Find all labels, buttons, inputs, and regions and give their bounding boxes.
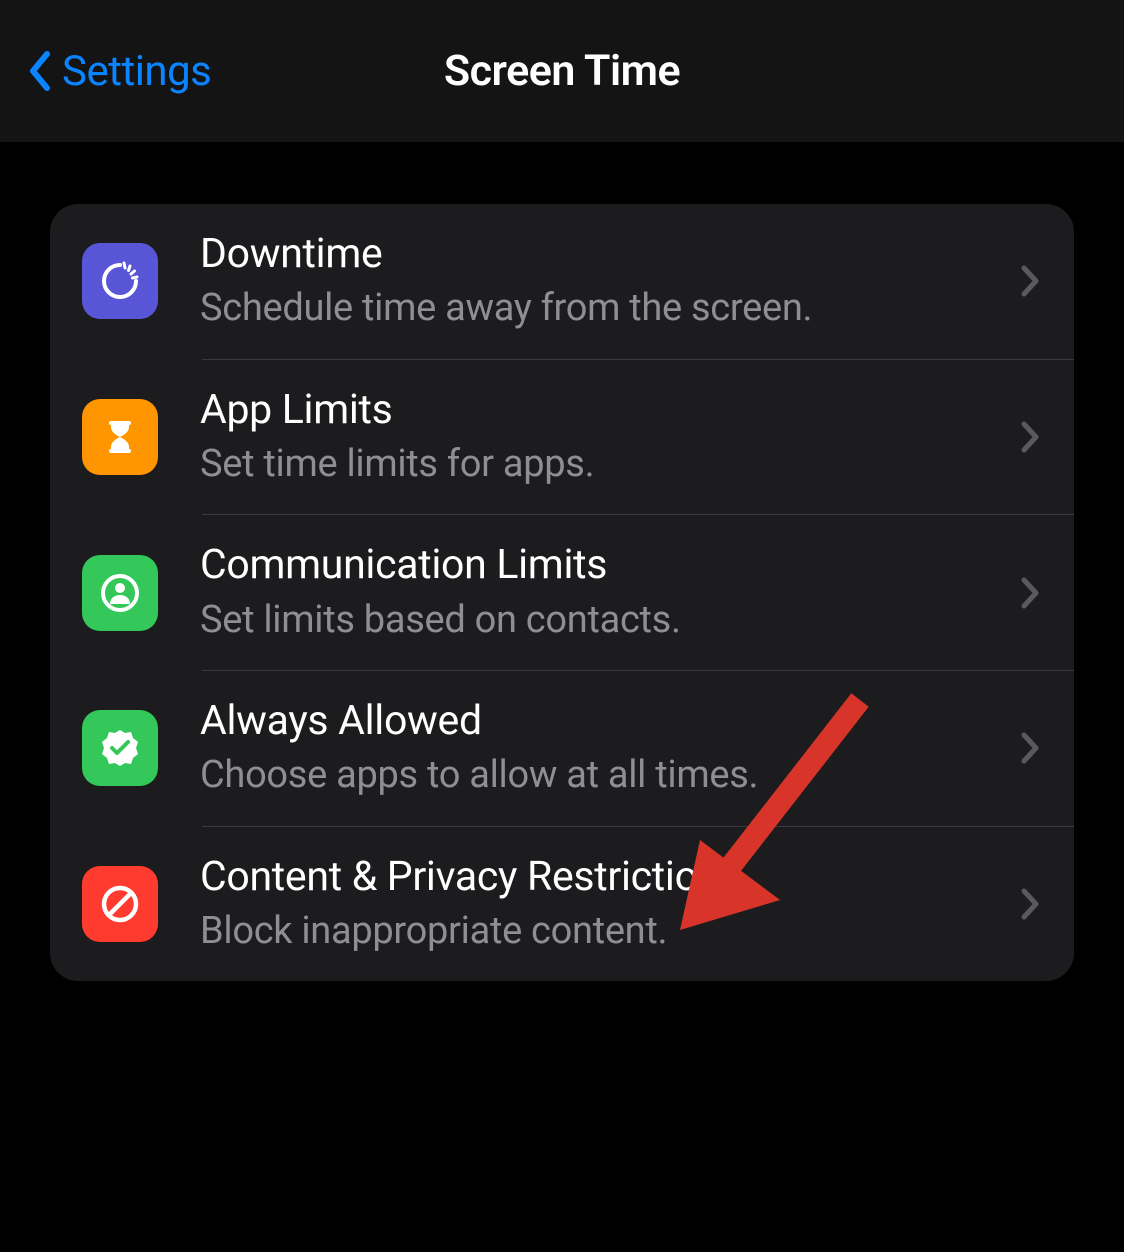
row-subtitle: Set limits based on contacts. [200,597,998,645]
row-text: Content & Privacy Restrictions Block ina… [200,853,1018,956]
hourglass-icon [82,399,158,475]
row-text: Always Allowed Choose apps to allow at a… [200,697,1018,800]
content-area: Downtime Schedule time away from the scr… [0,142,1124,981]
nosign-icon [82,866,158,942]
chevron-right-icon [1018,417,1042,457]
settings-list: Downtime Schedule time away from the scr… [50,204,1074,981]
row-title: App Limits [200,386,998,435]
navigation-bar: Settings Screen Time [0,0,1124,142]
downtime-icon [82,243,158,319]
row-title: Always Allowed [200,697,998,746]
list-item-app-limits[interactable]: App Limits Set time limits for apps. [50,360,1074,515]
row-text: Downtime Schedule time away from the scr… [200,230,1018,333]
chevron-right-icon [1018,261,1042,301]
chevron-right-icon [1018,884,1042,924]
list-item-always-allowed[interactable]: Always Allowed Choose apps to allow at a… [50,671,1074,826]
row-title: Communication Limits [200,541,998,590]
list-item-downtime[interactable]: Downtime Schedule time away from the scr… [50,204,1074,359]
list-item-communication-limits[interactable]: Communication Limits Set limits based on… [50,515,1074,670]
back-button[interactable]: Settings [24,46,211,96]
person-circle-icon [82,555,158,631]
row-title: Downtime [200,230,998,279]
row-subtitle: Block inappropriate content. [200,908,998,956]
row-text: App Limits Set time limits for apps. [200,386,1018,489]
list-item-content-privacy-restrictions[interactable]: Content & Privacy Restrictions Block ina… [50,827,1074,982]
row-subtitle: Set time limits for apps. [200,441,998,489]
row-text: Communication Limits Set limits based on… [200,541,1018,644]
chevron-right-icon [1018,573,1042,613]
back-label: Settings [62,47,211,96]
chevron-left-icon [24,46,54,96]
page-title: Screen Time [444,46,680,96]
row-subtitle: Choose apps to allow at all times. [200,752,998,800]
row-title: Content & Privacy Restrictions [200,853,998,902]
chevron-right-icon [1018,728,1042,768]
row-subtitle: Schedule time away from the screen. [200,285,998,333]
checkmark-seal-icon [82,710,158,786]
